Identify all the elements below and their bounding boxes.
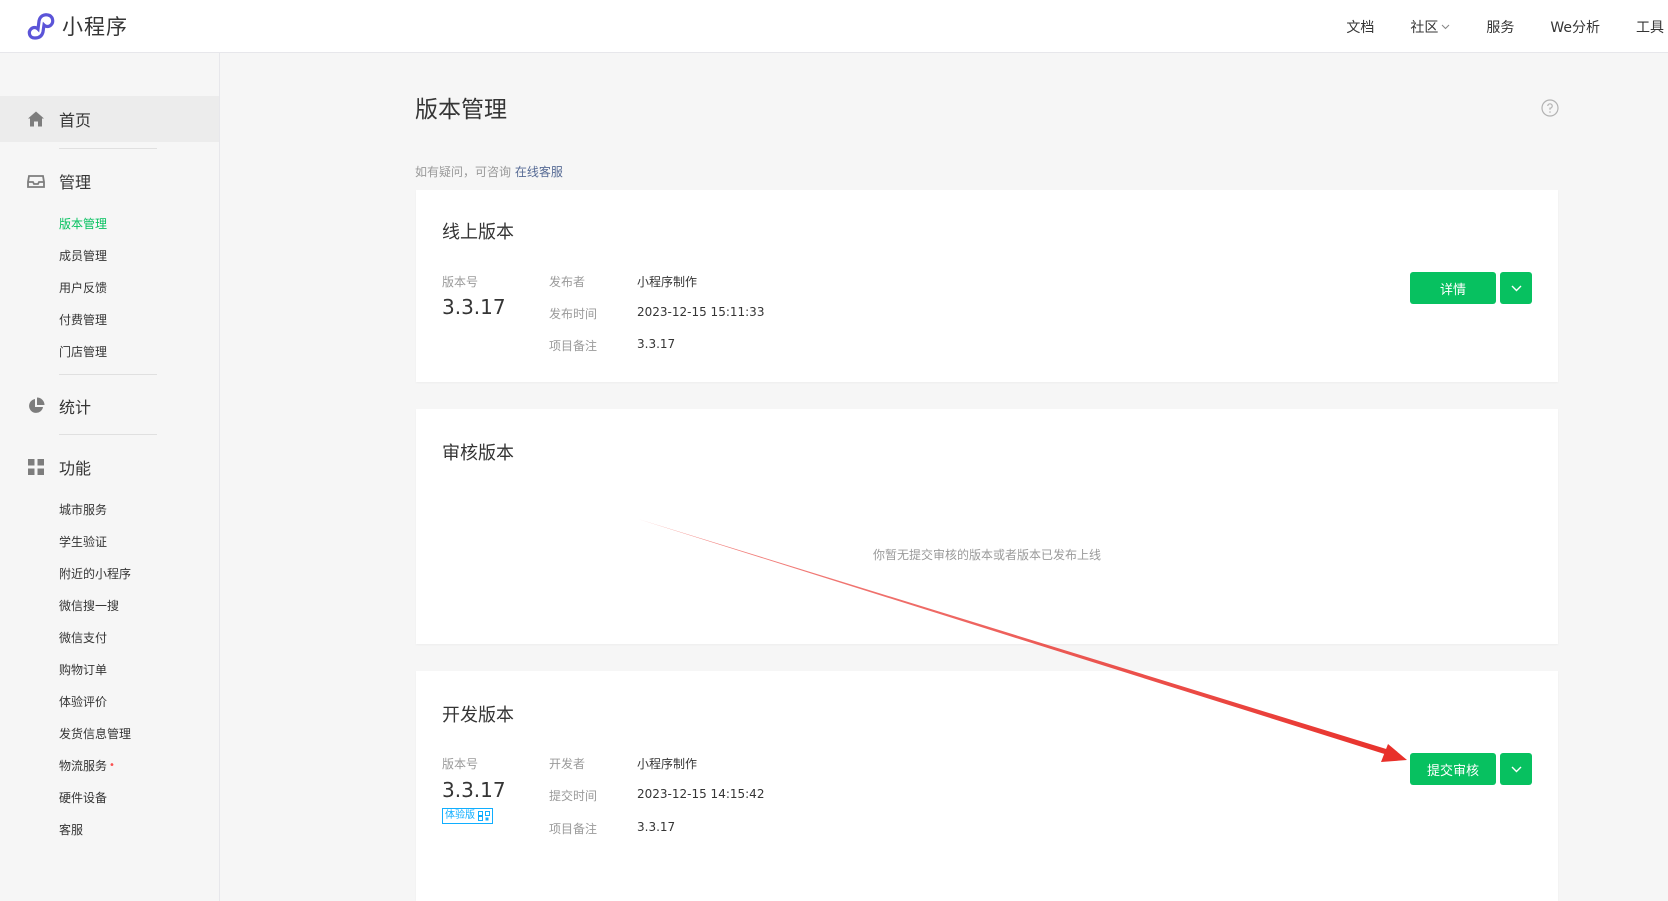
sidebar-item-logistics[interactable]: 物流服务 •	[59, 758, 115, 774]
inbox-icon	[27, 175, 45, 188]
chevron-down-icon	[1441, 24, 1450, 29]
card-title: 线上版本	[442, 222, 514, 243]
divider	[59, 374, 157, 375]
sidebar-item-home[interactable]: 首页	[0, 96, 219, 142]
note-label: 项目备注	[549, 822, 598, 836]
help-hint: 如有疑问，可咨询 在线客服	[415, 163, 563, 180]
new-dot-icon: •	[109, 760, 115, 771]
nav-docs[interactable]: 文档	[1346, 17, 1374, 37]
badge-label: 体验版	[445, 810, 475, 821]
card-title: 开发版本	[442, 705, 514, 726]
sidebar-item-shipping-info[interactable]: 发货信息管理	[59, 726, 131, 742]
top-bar: 小程序 文档 社区 服务 We分析 工具	[0, 0, 1668, 53]
developer-value: 小程序制作	[637, 757, 698, 771]
home-icon	[28, 111, 44, 127]
divider	[59, 434, 157, 435]
sidebar-item-wechat-pay[interactable]: 微信支付	[59, 630, 107, 646]
details-button[interactable]: 详情	[1410, 272, 1496, 304]
version-label: 版本号	[442, 757, 479, 771]
sidebar-item-hardware[interactable]: 硬件设备	[59, 790, 107, 806]
review-version-card: 审核版本 你暂无提交审核的版本或者版本已发布上线	[416, 409, 1558, 644]
empty-tip: 你暂无提交审核的版本或者版本已发布上线	[872, 548, 1101, 562]
nav-community[interactable]: 社区	[1410, 17, 1450, 37]
card-title: 审核版本	[442, 443, 514, 464]
chevron-down-icon	[1511, 766, 1521, 772]
help-icon[interactable]	[1541, 99, 1559, 117]
sidebar-item-nearby-miniprogram[interactable]: 附近的小程序	[59, 566, 131, 582]
trial-version-badge[interactable]: 体验版	[442, 808, 493, 824]
sidebar-item-member-management[interactable]: 成员管理	[59, 248, 107, 264]
sidebar-item-wechat-search[interactable]: 微信搜一搜	[59, 598, 119, 614]
note-value: 3.3.17	[637, 337, 676, 351]
chevron-down-icon	[1511, 285, 1521, 291]
sidebar-item-student-verify[interactable]: 学生验证	[59, 534, 107, 550]
version-label: 版本号	[442, 275, 479, 289]
version-number: 3.3.17	[442, 778, 506, 802]
grid-icon	[28, 459, 44, 475]
version-number: 3.3.17	[442, 295, 506, 319]
page-title: 版本管理	[415, 97, 507, 123]
sidebar-item-logistics-label: 物流服务	[59, 759, 108, 773]
note-value: 3.3.17	[637, 820, 676, 834]
sidebar-item-shopping-orders[interactable]: 购物订单	[59, 662, 107, 678]
developer-label: 开发者	[549, 757, 586, 771]
top-nav: 文档 社区 服务 We分析 工具	[1346, 0, 1668, 53]
nav-community-label: 社区	[1410, 19, 1439, 36]
app-name: 小程序	[62, 15, 128, 39]
sidebar-group-label: 管理	[59, 173, 92, 192]
dev-version-card: 开发版本 版本号 3.3.17 体验版 开发者 小程序制作 提交时间 2023-…	[416, 671, 1558, 901]
nav-services[interactable]: 服务	[1486, 17, 1514, 37]
nav-tools[interactable]: 工具	[1636, 17, 1668, 37]
app-logo[interactable]: 小程序	[26, 12, 128, 40]
publish-time-value: 2023-12-15 15:11:33	[637, 305, 765, 319]
publish-time-label: 发布时间	[549, 307, 598, 321]
online-support-link[interactable]: 在线客服	[515, 165, 563, 179]
submit-review-button[interactable]: 提交审核	[1410, 753, 1496, 785]
sidebar-item-payment-management[interactable]: 付费管理	[59, 312, 107, 328]
miniprogram-logo-icon	[27, 13, 55, 40]
submit-time-value: 2023-12-15 14:15:42	[637, 787, 765, 801]
sidebar-item-city-services[interactable]: 城市服务	[59, 502, 107, 518]
pie-chart-icon	[29, 397, 45, 413]
divider	[59, 148, 157, 149]
hint-text: 如有疑问，可咨询	[415, 165, 512, 179]
sidebar-item-customer-service[interactable]: 客服	[59, 822, 83, 838]
submit-time-label: 提交时间	[549, 789, 598, 803]
sidebar-home-label: 首页	[59, 111, 92, 130]
sidebar-item-experience-review[interactable]: 体验评价	[59, 694, 107, 710]
online-version-card: 线上版本 版本号 3.3.17 发布者 小程序制作 发布时间 2023-12-1…	[416, 190, 1558, 382]
nav-we-analytics[interactable]: We分析	[1550, 17, 1600, 37]
sidebar-item-user-feedback[interactable]: 用户反馈	[59, 280, 107, 296]
publisher-value: 小程序制作	[637, 275, 698, 289]
note-label: 项目备注	[549, 339, 598, 353]
sidebar-group-label: 统计	[59, 398, 92, 417]
sidebar-item-version-management[interactable]: 版本管理	[59, 216, 107, 232]
sidebar-item-store-management[interactable]: 门店管理	[59, 344, 107, 360]
qrcode-icon	[478, 811, 490, 821]
more-actions-dropdown[interactable]	[1500, 272, 1532, 304]
publisher-label: 发布者	[549, 275, 586, 289]
more-actions-dropdown[interactable]	[1500, 753, 1532, 785]
sidebar: 首页 管理 版本管理 成员管理 用户反馈 付费管理 门店管理 统计 功能 城市服…	[0, 53, 220, 901]
sidebar-group-label: 功能	[59, 459, 92, 478]
